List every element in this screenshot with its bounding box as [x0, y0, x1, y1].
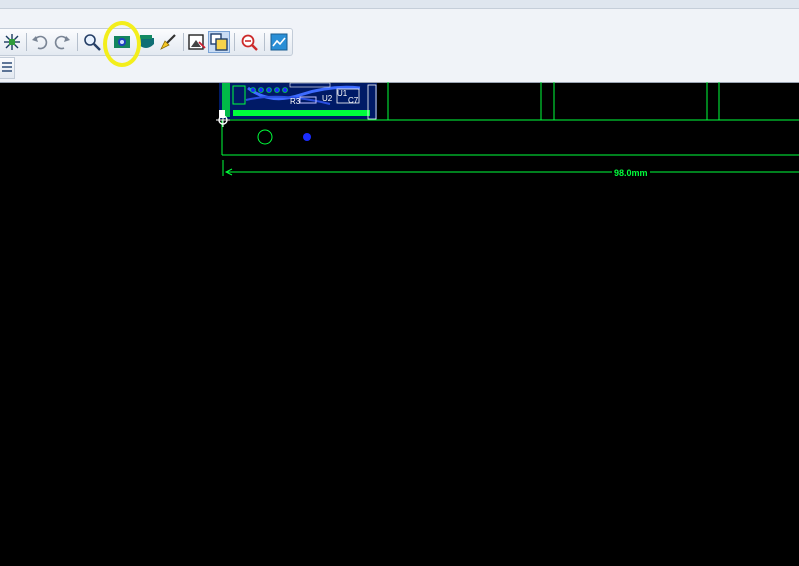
mounting-hole [257, 129, 273, 145]
pcb-canvas[interactable]: R3 U2 U1 C7 [0, 0, 799, 566]
ref-c7: C7 [348, 96, 359, 105]
ref-r3: R3 [290, 97, 301, 106]
dimension-line [222, 160, 799, 176]
ref-u2: U2 [322, 94, 333, 103]
ref-u1: U1 [337, 89, 348, 98]
dimension-label: 98.0mm [612, 168, 650, 178]
via [303, 133, 311, 141]
